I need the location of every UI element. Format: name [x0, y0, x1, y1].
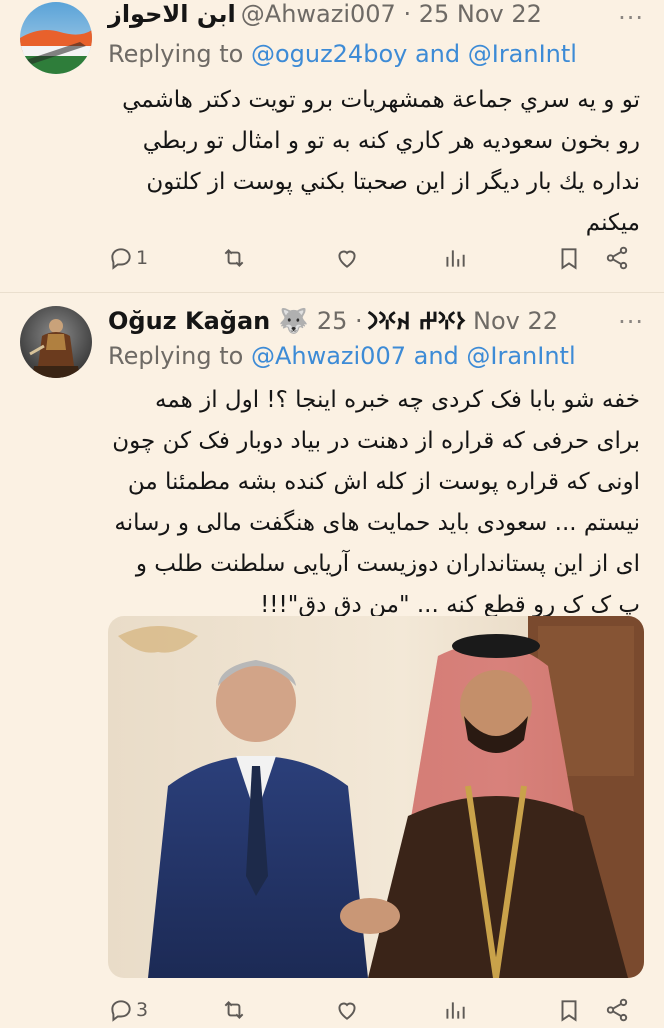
avatar[interactable]	[20, 306, 92, 378]
display-name[interactable]: ابن الاحواز	[108, 0, 236, 28]
tweet-header: ابن الاحواز @Ahwazi007 · 25 Nov 22 ···	[108, 0, 644, 34]
share-icon	[604, 245, 630, 271]
replying-mentions[interactable]: @oguz24boy and @IranIntl	[251, 40, 577, 68]
replying-to: Replying to @Ahwazi007 and @IranIntl	[108, 342, 644, 370]
reply-button[interactable]: 3	[108, 992, 148, 1028]
views-icon	[442, 997, 468, 1023]
retweet-icon	[220, 997, 248, 1023]
reply-count: 1	[136, 247, 149, 269]
tweet-header: Oğuz Kağan 🐺 𐰆𐰍𐰔 𐰴𐰍𐰣 · 25 Nov 22 ···	[108, 304, 644, 338]
replying-mentions[interactable]: @Ahwazi007 and @IranIntl	[251, 342, 576, 370]
retweet-icon	[220, 245, 248, 271]
more-options-icon[interactable]: ···	[618, 4, 644, 32]
reply-icon	[108, 997, 134, 1023]
tweet-text: تو و يه سري جماعة همشهريات برو تويت دكتر…	[122, 87, 640, 236]
reply-icon	[108, 245, 134, 271]
bookmark-button[interactable]	[556, 992, 582, 1028]
handle-and-date[interactable]: @Ahwazi007 · 25 Nov 22	[241, 0, 542, 28]
share-button[interactable]	[604, 240, 630, 276]
action-bar: 1	[108, 240, 644, 276]
display-name[interactable]: Oğuz Kağan 🐺 𐰆𐰍𐰔 𐰴𐰍𐰣	[108, 307, 465, 335]
reply-count: 3	[136, 999, 149, 1021]
avatar[interactable]	[20, 2, 92, 74]
bookmark-icon	[556, 997, 582, 1023]
replying-prefix: Replying to	[108, 342, 251, 370]
tweet-text: خفه شو بابا فک کردی چه خبره اینجا ؟! اول…	[112, 387, 640, 618]
share-button[interactable]	[604, 992, 630, 1028]
share-icon	[604, 997, 630, 1023]
retweet-button[interactable]	[220, 992, 248, 1028]
like-button[interactable]	[334, 240, 362, 276]
replying-to: Replying to @oguz24boy and @IranIntl	[108, 40, 644, 68]
like-icon	[334, 245, 360, 271]
reply-button[interactable]: 1	[108, 240, 148, 276]
replying-prefix: Replying to	[108, 40, 251, 68]
bookmark-icon	[556, 245, 582, 271]
action-bar: 3	[108, 992, 644, 1028]
like-button[interactable]	[334, 992, 360, 1028]
retweet-button[interactable]	[220, 240, 250, 276]
more-options-icon[interactable]: ···	[618, 308, 644, 336]
tweet-photo[interactable]	[108, 616, 644, 978]
tweet[interactable]: ابن الاحواز @Ahwazi007 · 25 Nov 22 ··· R…	[0, 0, 664, 292]
views-button[interactable]	[442, 992, 468, 1028]
views-icon	[442, 245, 468, 271]
bookmark-button[interactable]	[556, 240, 582, 276]
tweet[interactable]: Oğuz Kağan 🐺 𐰆𐰍𐰔 𐰴𐰍𐰣 · 25 Nov 22 ··· Rep…	[0, 292, 664, 1024]
views-button[interactable]	[442, 240, 468, 276]
like-icon	[334, 997, 360, 1023]
